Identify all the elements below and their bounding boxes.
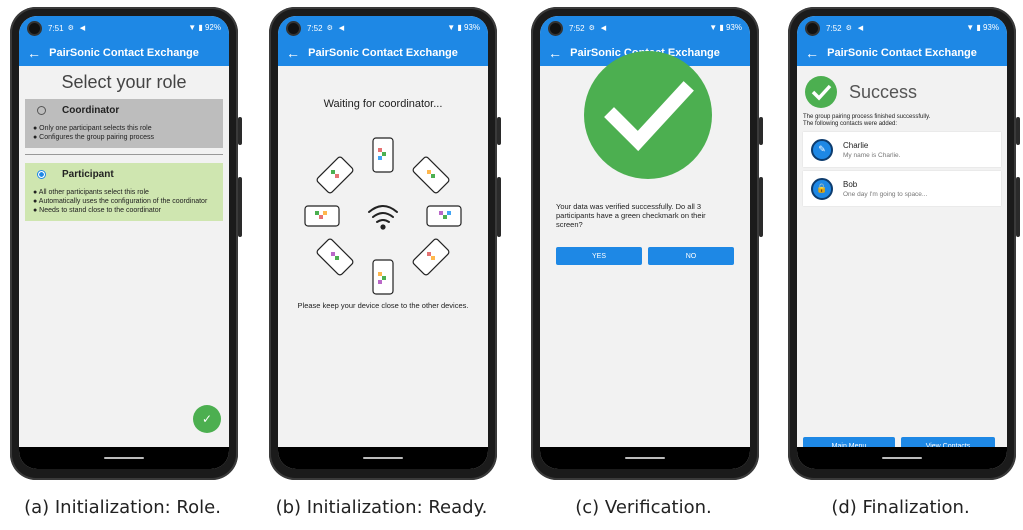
home-handle[interactable] (104, 457, 144, 459)
app-title: PairSonic Contact Exchange (49, 47, 199, 59)
status-bar: 7:51 ⚙ ◀ ▼ ▮ 92% (19, 16, 229, 40)
home-handle[interactable] (882, 457, 922, 459)
participant-option[interactable]: Participant ● All other participants sel… (25, 163, 223, 221)
status-time: 7:52 (569, 23, 585, 33)
phone-frame: 7:52 ⚙ ◀ ▼ ▮ 93% ← PairSonic Contact Exc… (531, 7, 763, 480)
arrow-left-icon[interactable]: ← (548, 45, 568, 61)
home-handle[interactable] (625, 457, 665, 459)
status-icons: ⚙ ◀ (588, 25, 609, 32)
divider (25, 154, 223, 155)
status-icons: ⚙ ◀ (845, 25, 866, 32)
panel-ready: 7:52 ⚙ ◀ ▼ ▮ 93% ← PairSonic Contact Exc… (259, 0, 504, 530)
wifi-icon (368, 205, 398, 230)
home-handle[interactable] (363, 457, 403, 459)
panel-verification: 7:52 ⚙ ◀ ▼ ▮ 93% ← PairSonic Contact Exc… (521, 0, 766, 530)
caption: (c) Verification. (575, 497, 712, 518)
phone-frame: 7:52 ⚙ ◀ ▼ ▮ 93% ← PairSonic Contact Exc… (269, 7, 501, 480)
verification-message: Your data was verified successfully. Do … (556, 202, 706, 229)
success-line: The following contacts were added: (803, 121, 898, 127)
app-title: PairSonic Contact Exchange (308, 47, 458, 59)
app-title: PairSonic Contact Exchange (827, 47, 977, 59)
status-time: 7:51 (48, 23, 64, 33)
camera-icon (27, 20, 42, 36)
pencil-icon: ✎ (811, 138, 833, 161)
phone-screen: 7:51 ⚙ ◀ ▼ ▮ 92% ← PairSonic Contact Exc… (19, 16, 229, 469)
lock-icon: 🔒 (811, 177, 833, 200)
arrow-left-icon[interactable]: ← (286, 45, 306, 61)
arrow-left-icon[interactable]: ← (805, 45, 825, 61)
success-check-icon (805, 76, 837, 108)
camera-icon (286, 20, 301, 36)
battery-status: ▼ ▮ 93% (709, 23, 742, 32)
phone-screen: 7:52 ⚙ ◀ ▼ ▮ 93% ← PairSonic Contact Exc… (278, 16, 488, 469)
keep-close-text: Please keep your device close to the oth… (297, 301, 469, 310)
phone-screen: 7:52 ⚙ ◀ ▼ ▮ 93% ← PairSonic Contact Exc… (797, 16, 1007, 469)
status-time: 7:52 (307, 23, 323, 33)
contact-name: Bob (843, 179, 858, 189)
battery-status: ▼ ▮ 93% (966, 23, 999, 32)
participant-label: Participant (62, 169, 114, 180)
status-icons: ⚙ ◀ (67, 25, 88, 32)
participant-bullet: ● Automatically uses the configuration o… (33, 198, 208, 205)
caption: (b) Initialization: Ready. (275, 497, 488, 518)
coordinator-bullet: ● Configures the group pairing process (33, 134, 154, 141)
app-bar: ← PairSonic Contact Exchange (278, 40, 488, 66)
phone-screen: 7:52 ⚙ ◀ ▼ ▮ 93% ← PairSonic Contact Exc… (540, 16, 750, 469)
coordinator-bullet: ● Only one participant selects this role (33, 125, 152, 132)
radio-selected-icon[interactable] (37, 170, 46, 179)
status-time: 7:52 (826, 23, 842, 33)
big-checkmark-icon (584, 51, 712, 179)
participant-bullet: ● Needs to stand close to the coordinato… (33, 207, 161, 214)
waiting-text: Waiting for coordinator... (323, 98, 443, 110)
nav-bar (797, 447, 1007, 469)
caption: (d) Finalization. (831, 497, 970, 518)
panel-role: 7:51 ⚙ ◀ ▼ ▮ 92% ← PairSonic Contact Exc… (0, 0, 245, 530)
panel-finalization: 7:52 ⚙ ◀ ▼ ▮ 93% ← PairSonic Contact Exc… (778, 0, 1023, 530)
status-bar: 7:52 ⚙ ◀ ▼ ▮ 93% (540, 16, 750, 40)
coordinator-option[interactable]: Coordinator ● Only one participant selec… (25, 99, 223, 148)
devices-circle-illustration (304, 137, 462, 295)
status-bar: 7:52 ⚙ ◀ ▼ ▮ 93% (797, 16, 1007, 40)
nav-bar (19, 447, 229, 469)
success-header: Success (805, 76, 1007, 108)
app-bar: ← PairSonic Contact Exchange (19, 40, 229, 66)
contact-description: My name is Charlie. (843, 151, 901, 159)
arrow-left-icon[interactable]: ← (27, 45, 47, 61)
participant-bullet: ● All other participants select this rol… (33, 189, 149, 196)
confirm-fab-button[interactable]: ✓ (193, 405, 221, 433)
camera-icon (805, 20, 820, 36)
checkmark-icon: ✓ (201, 412, 213, 426)
phone-frame: 7:51 ⚙ ◀ ▼ ▮ 92% ← PairSonic Contact Exc… (10, 7, 242, 480)
success-line: The group pairing process finished succe… (803, 114, 931, 120)
phone-frame: 7:52 ⚙ ◀ ▼ ▮ 93% ← PairSonic Contact Exc… (788, 7, 1020, 480)
success-title: Success (849, 81, 918, 102)
contact-item[interactable]: 🔒 Bob One day I'm going to space... (803, 171, 1001, 206)
battery-status: ▼ ▮ 93% (447, 23, 480, 32)
contact-description: One day I'm going to space... (843, 190, 928, 198)
no-button[interactable]: NO (648, 247, 734, 265)
camera-icon (548, 20, 563, 36)
page-title: Select your role (61, 72, 187, 92)
status-bar: 7:52 ⚙ ◀ ▼ ▮ 93% (278, 16, 488, 40)
coordinator-label: Coordinator (62, 105, 120, 116)
yes-button[interactable]: YES (556, 247, 642, 265)
radio-unselected-icon[interactable] (37, 106, 46, 115)
success-message: The group pairing process finished succe… (803, 114, 1001, 128)
contact-item[interactable]: ✎ Charlie My name is Charlie. (803, 132, 1001, 167)
contact-name: Charlie (843, 140, 869, 150)
battery-status: ▼ ▮ 92% (188, 23, 221, 32)
caption: (a) Initialization: Role. (24, 497, 221, 518)
status-icons: ⚙ ◀ (326, 25, 347, 32)
app-bar: ← PairSonic Contact Exchange (797, 40, 1007, 66)
nav-bar (278, 447, 488, 469)
nav-bar (540, 447, 750, 469)
